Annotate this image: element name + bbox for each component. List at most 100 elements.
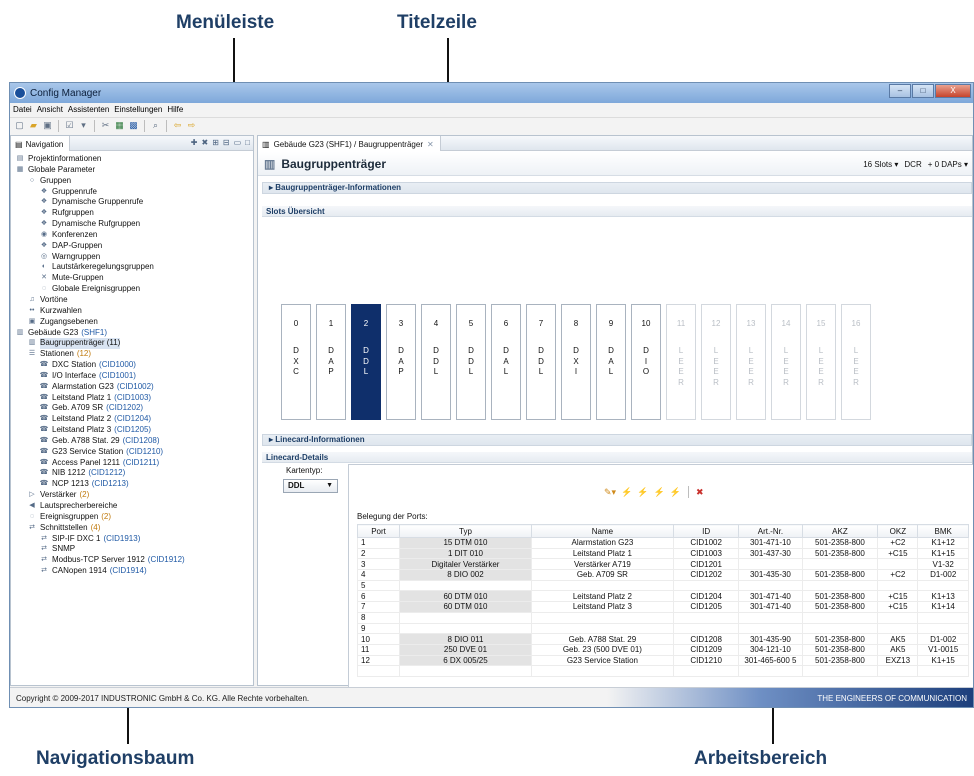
tree-item[interactable]: •• Kurzwahlen xyxy=(11,306,253,317)
slot-card[interactable]: 4 D D L xyxy=(421,304,451,420)
slot-card[interactable]: 14 L E E R xyxy=(771,304,801,420)
section-baugruppentraeger-info[interactable]: ▸ Baugruppenträger-Informationen xyxy=(262,182,972,194)
tree-item[interactable]: ☎ Alarmstation G23 (CID1002) xyxy=(11,382,253,393)
delete-port-icon[interactable]: ✖ xyxy=(696,487,704,498)
forward-icon[interactable]: ⇨ xyxy=(186,120,197,131)
table-row[interactable]: 9 xyxy=(356,622,969,635)
tree-item[interactable]: ☰ Stationen (12) xyxy=(11,349,253,360)
tree-item[interactable]: ☎ Leitstand Platz 1 (CID1003) xyxy=(11,393,253,404)
section-linecard-info[interactable]: ▸ Linecard-Informationen xyxy=(262,434,972,446)
table-row[interactable]: 8 xyxy=(356,611,969,624)
tree-item[interactable]: ☎ Leitstand Platz 2 (CID1204) xyxy=(11,414,253,425)
dcr-select[interactable]: DCR xyxy=(904,160,921,169)
slot-card[interactable]: 7 D D L xyxy=(526,304,556,420)
tree-item[interactable]: ◉ Konferenzen xyxy=(11,230,253,241)
column-header[interactable]: OKZ xyxy=(877,524,919,538)
slot-card[interactable]: 9 D A L xyxy=(596,304,626,420)
grid-icon[interactable]: ▦ xyxy=(114,120,125,131)
slot-card[interactable]: 12 L E E R xyxy=(701,304,731,420)
menu-ansicht[interactable]: Ansicht xyxy=(37,103,67,116)
slot-card[interactable]: 10 D I O xyxy=(631,304,661,420)
menu-hilfe[interactable]: Hilfe xyxy=(167,103,187,116)
tree-item[interactable]: ❖ Dynamische Gruppenrufe xyxy=(11,197,253,208)
slot-card[interactable]: 3 D A P xyxy=(386,304,416,420)
new-file-icon[interactable]: ▢ xyxy=(14,120,25,131)
cut-icon[interactable]: ✂ xyxy=(100,120,111,131)
table-row[interactable]: 12 6 DX 005/25 G23 Service Station CID1210 3… xyxy=(356,654,969,667)
slot-card[interactable]: 11 L E E R xyxy=(666,304,696,420)
slot-card[interactable]: 13 L E E R xyxy=(736,304,766,420)
tree-item[interactable]: ⇄ Modbus-TCP Server 1912 (CID1912) xyxy=(11,555,253,566)
column-header[interactable]: ID xyxy=(672,524,740,538)
tree-item[interactable]: ▥ Baugruppenträger (11) xyxy=(11,338,253,350)
column-header[interactable]: Name xyxy=(530,524,675,538)
link-icon[interactable]: ⚡ xyxy=(654,487,665,498)
close-button[interactable]: X xyxy=(935,84,971,98)
tree-item[interactable]: ❖ Dynamische Rufgruppen xyxy=(11,219,253,230)
tree-item[interactable]: ❖ Gruppenrufe xyxy=(11,187,253,198)
table-row[interactable]: 11 250 DVE 01 Geb. 23 (500 DVE 01) CID1209 3… xyxy=(356,643,969,656)
tree-item[interactable]: ▤ Projektinformationen xyxy=(11,154,253,165)
connect-all-icon[interactable]: ⚡ xyxy=(637,487,648,498)
tree-item[interactable]: ⇄ CANopen 1914 (CID1914) xyxy=(11,566,253,577)
slot-card[interactable]: 8 D X I xyxy=(561,304,591,420)
slot-card[interactable]: 0 D X C xyxy=(281,304,311,420)
maximize-view-icon[interactable]: □ xyxy=(245,138,250,147)
tab-baugruppentraeger[interactable]: ▥ Gebäude G23 (SHF1) / Baugruppenträger … xyxy=(258,136,441,151)
open-folder-icon[interactable]: ▰ xyxy=(28,120,39,131)
collapse-all-icon[interactable]: ⊟ xyxy=(223,138,230,147)
slot-card[interactable]: 16 L E E R xyxy=(841,304,871,420)
slot-card[interactable]: 2 D D L xyxy=(351,304,381,420)
tree-item[interactable]: ▦ Globale Parameter xyxy=(11,165,253,176)
kartentyp-select[interactable]: DDL ▼ xyxy=(283,479,338,493)
table-row[interactable]: 21 DIT 010 Leitstand Platz 1 CID1003 301-43… xyxy=(356,547,969,560)
slots-select[interactable]: 16 Slots ▾ xyxy=(863,160,898,169)
column-header[interactable]: Typ xyxy=(399,524,532,538)
dropdown-icon[interactable]: ▾ xyxy=(78,120,89,131)
slot-card[interactable]: 15 L E E R xyxy=(806,304,836,420)
tree-item[interactable]: ☎ NIB 1212 (CID1212) xyxy=(11,468,253,479)
tree-item[interactable]: ❖ DAP-Gruppen xyxy=(11,241,253,252)
close-tab-icon[interactable]: ✕ xyxy=(427,140,434,149)
column-header[interactable]: BMK xyxy=(917,524,969,538)
connect-icon[interactable]: ⚡ xyxy=(621,487,632,498)
tree-item[interactable]: ○ Gruppen xyxy=(11,176,253,187)
menu-assistenten[interactable]: Assistenten xyxy=(68,103,113,116)
tree-item[interactable]: ♫ Vortöne xyxy=(11,295,253,306)
unlink-icon[interactable]: ⚡ xyxy=(670,487,681,498)
table-row[interactable]: 3 Digitaler Verstärker Verstärker A719 CID1… xyxy=(356,558,969,571)
table-row[interactable]: 48 DIO 002 Geb. A709 SR CID1202 301-435-30 5… xyxy=(356,569,969,581)
assign-port-icon[interactable]: ✎▾ xyxy=(604,487,616,498)
search-icon[interactable]: ⌕ xyxy=(150,120,161,131)
tree-item[interactable]: ◐ Lautstärkeregelungsgruppen xyxy=(11,262,253,273)
slot-card[interactable]: 6 D A L xyxy=(491,304,521,420)
expand-all-icon[interactable]: ⊞ xyxy=(212,138,219,147)
table-row[interactable]: 1 15 DTM 010 Alarmstation G23 CID1002 301-47… xyxy=(356,537,969,549)
tree-item[interactable]: ⇄ SNMP xyxy=(11,544,253,555)
minimize-view-icon[interactable]: ▭ xyxy=(234,138,242,147)
menu-einstellungen[interactable]: Einstellungen xyxy=(114,103,166,116)
tree-item[interactable]: ◌ Globale Ereignisgruppen xyxy=(11,284,253,295)
table-row[interactable]: 6 60 DTM 010 Leitstand Platz 2 CID1204 301-4… xyxy=(356,590,969,603)
column-header[interactable]: Port xyxy=(356,524,401,538)
tree-item[interactable]: ☎ Geb. A709 SR (CID1202) xyxy=(11,403,253,414)
tree-item[interactable]: ◎ Warngruppen xyxy=(11,252,253,263)
validate-icon[interactable]: ☑ xyxy=(64,120,75,131)
new-item-icon[interactable]: ✚ xyxy=(191,138,198,147)
back-icon[interactable]: ⇦ xyxy=(172,120,183,131)
layout-icon[interactable]: ▩ xyxy=(128,120,139,131)
save-icon[interactable]: ▣ xyxy=(42,120,53,131)
tree-item[interactable]: ▷ Verstärker (2) xyxy=(11,490,253,501)
tree-item[interactable]: ◀ Lautsprecherbereiche xyxy=(11,501,253,512)
tree-item[interactable]: ⇄ Schnittstellen (4) xyxy=(11,523,253,534)
column-header[interactable]: Art.-Nr. xyxy=(738,524,803,538)
table-row[interactable]: 10 8 DIO 011 Geb. A788 Stat. 29 CID1208 301-… xyxy=(356,633,969,645)
menu-datei[interactable]: Datei xyxy=(13,103,36,116)
slot-card[interactable]: 1 D A P xyxy=(316,304,346,420)
tree-item[interactable]: ⇄ SIP-IF DXC 1 (CID1913) xyxy=(11,534,253,545)
slot-card[interactable]: 5 D D L xyxy=(456,304,486,420)
tab-navigation[interactable]: ▤ Navigation xyxy=(11,136,71,151)
tree-item[interactable]: ◌ Ereignisgruppen (2) xyxy=(11,512,253,523)
table-row[interactable]: 5 xyxy=(356,579,969,592)
maximize-button[interactable]: □ xyxy=(912,84,934,98)
